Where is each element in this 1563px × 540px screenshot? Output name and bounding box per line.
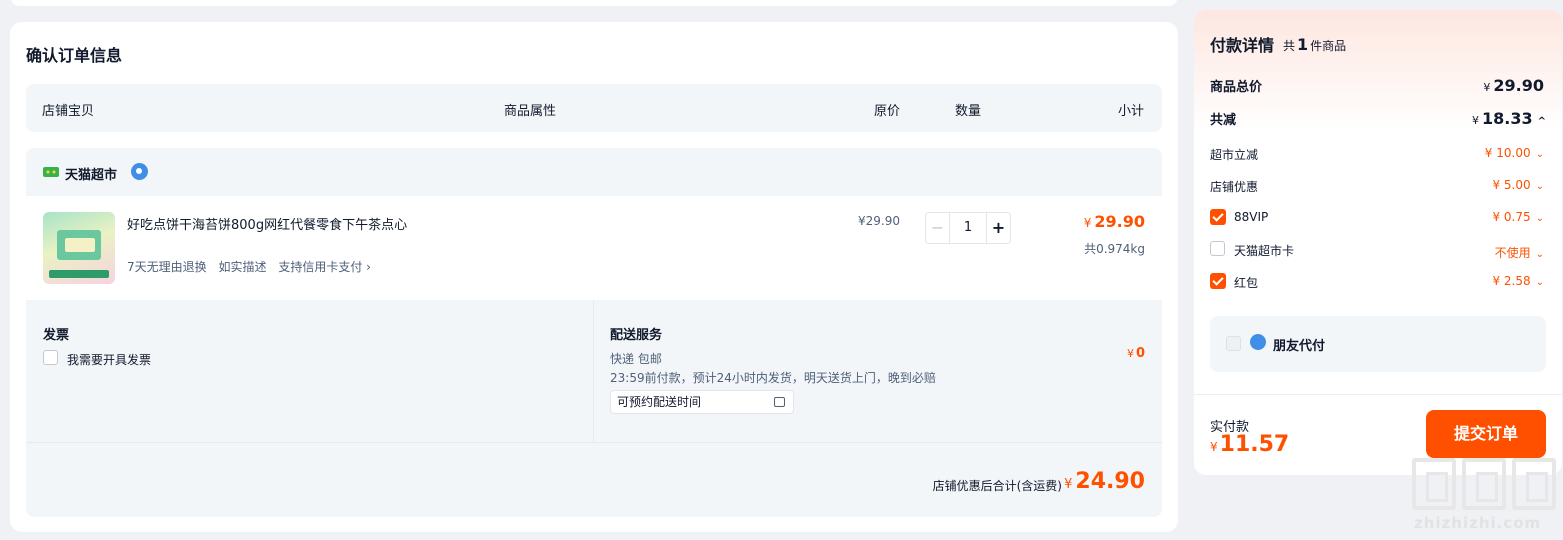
order-table-header: 店铺宝贝 商品属性 原价 数量 小计 — [26, 84, 1162, 132]
decrease-button[interactable]: − — [926, 213, 950, 243]
chevron-down-icon: ⌄ — [1535, 213, 1544, 224]
store-name[interactable]: 天猫超市 — [65, 164, 117, 183]
tag-as-described: 如实描述 — [218, 260, 267, 274]
88vip-value[interactable]: ¥ 0.75 ⌄ — [1492, 210, 1544, 224]
quantity-input[interactable]: 1 — [950, 213, 986, 243]
chevron-up-icon: ^ — [1537, 116, 1546, 127]
friend-icon — [1250, 334, 1266, 350]
store-total-label: 店铺优惠后合计(含运费) — [932, 479, 1062, 493]
red-packet-value[interactable]: ¥ 2.58 ⌄ — [1492, 274, 1544, 288]
payment-title: 付款详情 — [1210, 36, 1275, 55]
column-subtotal: 小计 — [1118, 104, 1145, 119]
item-count: 共 1 件商品 — [1283, 35, 1347, 54]
invoice-checkbox[interactable] — [43, 350, 58, 365]
service-tags: 7天无理由退换 如实描述 支持信用卡支付 › — [127, 258, 379, 275]
invoice-section: 发票 我需要开具发票 — [26, 300, 594, 442]
delivery-method: 快递 包邮 — [610, 352, 662, 366]
previous-section-card — [10, 0, 1178, 6]
chevron-down-icon: ⌄ — [1535, 149, 1544, 160]
product-image[interactable] — [43, 212, 115, 284]
store-total: ¥24.90 — [1064, 469, 1145, 494]
watermark-text: zhizhizhi.com — [1414, 514, 1542, 532]
increase-button[interactable]: + — [986, 213, 1010, 243]
discount-supermarket-label: 超市立减 — [1210, 148, 1259, 162]
delivery-time-placeholder: 可预约配送时间 — [617, 395, 702, 409]
calendar-icon — [774, 397, 785, 407]
actual-payment-value: ¥11.57 — [1210, 432, 1290, 457]
payment-details-card: 付款详情 共 1 件商品 商品总价 ¥29.90 共减 ¥18.33 ^ 超市立减 ¥… — [1194, 10, 1562, 475]
store-header: 天猫超市 — [26, 148, 1162, 196]
order-title: 确认订单信息 — [26, 46, 123, 65]
column-attributes: 商品属性 — [504, 104, 557, 119]
item-subtotal: ¥29.90 — [1083, 212, 1145, 231]
discount-store-value[interactable]: ¥ 5.00 ⌄ — [1492, 178, 1544, 192]
delivery-time-picker[interactable]: 可预约配送时间 — [610, 390, 794, 414]
delivery-note: 23:59前付款，预计24小时内发货，明天送货上门，晚到必赔 — [610, 371, 936, 385]
red-packet-checkbox[interactable] — [1210, 273, 1226, 289]
delivery-fee: ¥0 — [1126, 346, 1145, 361]
goods-total-label: 商品总价 — [1210, 80, 1263, 95]
submit-order-button[interactable]: 提交订单 — [1426, 410, 1546, 458]
quantity-stepper: − 1 + — [925, 212, 1011, 244]
discount-total[interactable]: ¥18.33 ^ — [1472, 109, 1546, 128]
88vip-label: 88VIP — [1234, 210, 1269, 224]
delivery-section: 配送服务 快递 包邮 23:59前付款，预计24小时内发货，明天送货上门，晚到必… — [594, 300, 1162, 442]
chevron-down-icon: ⌄ — [1535, 181, 1544, 192]
discount-label[interactable]: 共减 — [1210, 109, 1236, 128]
original-price: ¥29.90 — [858, 214, 900, 228]
red-packet-label: 红包 — [1234, 276, 1259, 290]
invoice-option-label[interactable]: 我需要开具发票 — [67, 351, 151, 368]
friend-pay-checkbox[interactable] — [1226, 336, 1241, 351]
tmall-card-checkbox[interactable] — [1210, 241, 1225, 256]
88vip-checkbox[interactable] — [1210, 209, 1226, 225]
store-order-block: 天猫超市 好吃点饼干海苔饼800g网红代餐零食下午茶点心 7天无理由退换 如实描… — [26, 148, 1162, 517]
discount-store-label: 店铺优惠 — [1210, 180, 1259, 194]
tag-return: 7天无理由退换 — [127, 260, 207, 274]
store-footer: 店铺优惠后合计(含运费) ¥24.90 — [26, 442, 1162, 517]
column-quantity: 数量 — [955, 104, 982, 119]
product-title[interactable]: 好吃点饼干海苔饼800g网红代餐零食下午茶点心 — [127, 214, 407, 233]
goods-total-value: ¥29.90 — [1483, 76, 1544, 95]
friend-pay-label: 朋友代付 — [1273, 339, 1326, 354]
delivery-title: 配送服务 — [610, 328, 663, 343]
chevron-down-icon: ⌄ — [1535, 277, 1544, 288]
item-weight: 共0.974kg — [1084, 242, 1145, 256]
tmall-logo-icon — [43, 167, 59, 177]
column-original-price: 原价 — [874, 104, 901, 119]
discount-supermarket-value[interactable]: ¥ 10.00 ⌄ — [1485, 146, 1544, 160]
watermark-logo: zhizhizhi.com — [1412, 458, 1557, 536]
invoice-title: 发票 — [43, 328, 70, 343]
order-confirmation-card: 确认订单信息 店铺宝贝 商品属性 原价 数量 小计 天猫超市 好吃点饼干海苔饼8… — [10, 22, 1178, 532]
tmall-card-value[interactable]: 不使用 ⌄ — [1495, 244, 1544, 261]
chevron-down-icon: ⌄ — [1535, 249, 1544, 260]
tmall-card-label: 天猫超市卡 — [1234, 244, 1295, 258]
column-store-item: 店铺宝贝 — [42, 104, 95, 119]
friend-pay-option[interactable]: 朋友代付 — [1210, 316, 1546, 372]
customer-service-icon[interactable] — [131, 163, 148, 180]
order-item-row: 好吃点饼干海苔饼800g网红代餐零食下午茶点心 7天无理由退换 如实描述 支持信… — [26, 196, 1162, 300]
tag-credit-card[interactable]: 支持信用卡支付 › — [278, 260, 371, 274]
